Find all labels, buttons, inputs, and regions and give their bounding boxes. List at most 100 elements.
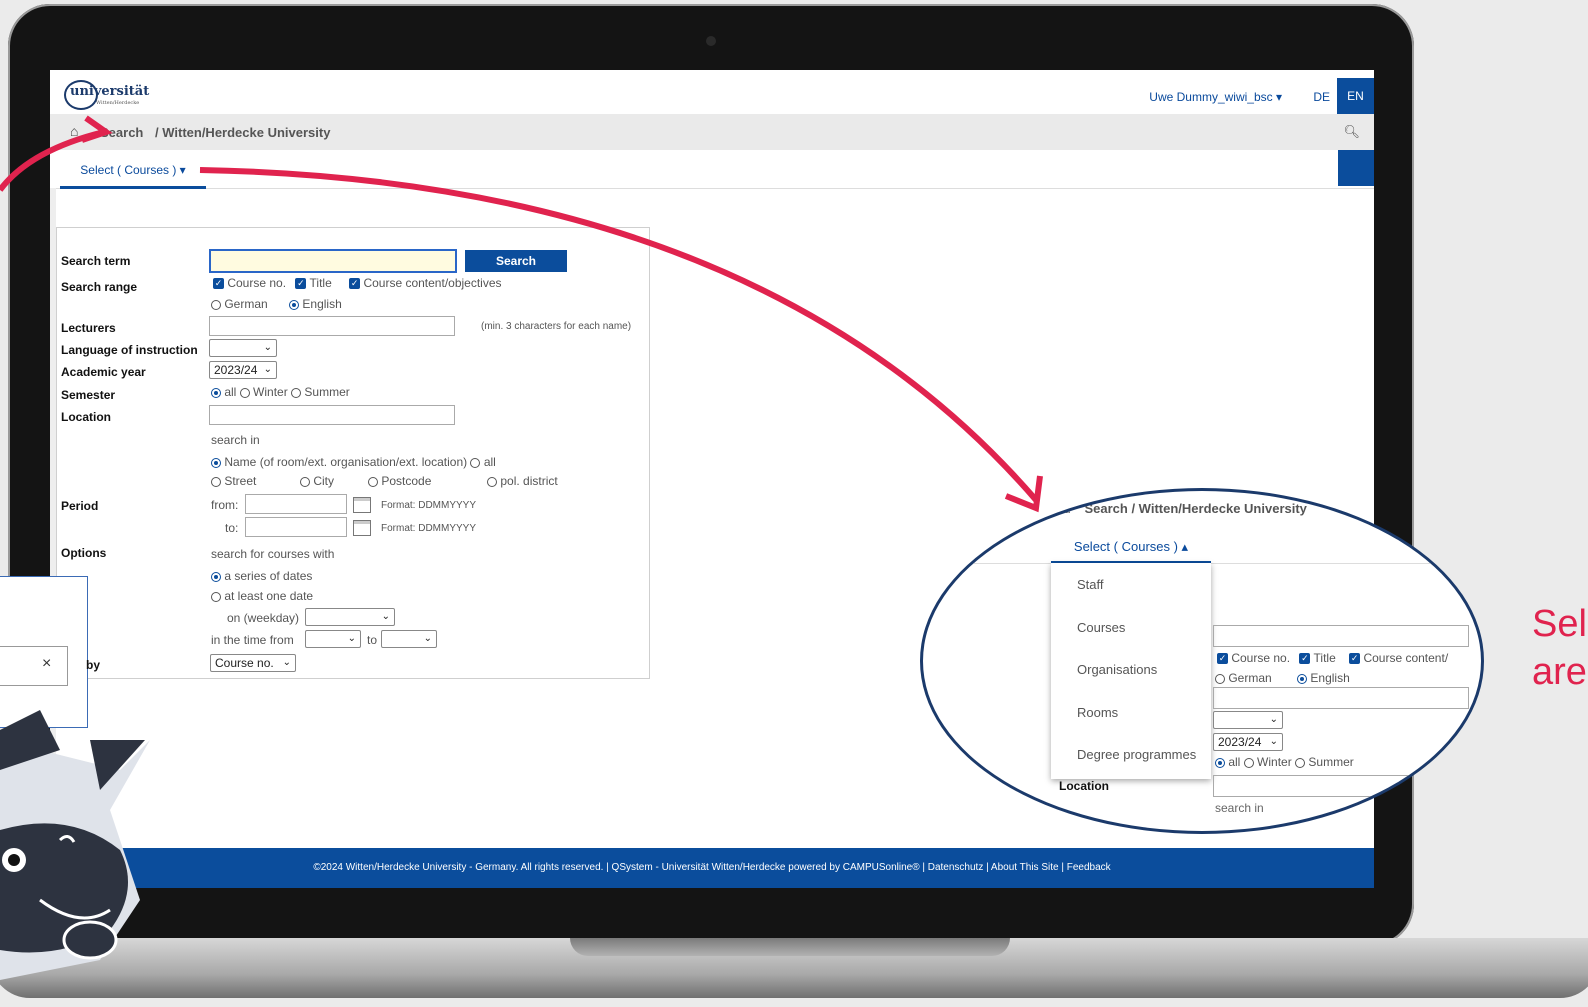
zoom-lecturers-input[interactable]: [1213, 687, 1469, 709]
time-to-label: to: [367, 633, 378, 647]
loc-street-radio[interactable]: [211, 476, 221, 487]
chevron-down-icon: ⌄: [381, 611, 390, 622]
to-date-input[interactable]: [245, 517, 347, 537]
loc-all-label: all: [483, 455, 496, 469]
zoom-english-radio[interactable]: [1297, 673, 1308, 684]
chevron-down-icon: ⌄: [423, 633, 432, 644]
semester-all-radio[interactable]: [211, 387, 221, 398]
home-icon[interactable]: ⌂: [1063, 501, 1071, 516]
chevron-down-icon: ⌄: [347, 633, 356, 644]
to-label: to:: [225, 521, 239, 535]
time-to-select[interactable]: ⌄: [381, 630, 437, 648]
weekday-select[interactable]: ⌄: [305, 608, 395, 626]
zoom-german-radio[interactable]: [1215, 673, 1225, 684]
zoom-select-tab[interactable]: Select ( Courses ) ▴: [1051, 527, 1211, 564]
german-radio[interactable]: [211, 299, 221, 310]
zoom-location-input[interactable]: [1213, 775, 1469, 797]
zoom-breadcrumb: Search / Witten/Herdecke University: [1084, 501, 1307, 516]
search-range-label: Search range: [61, 280, 138, 294]
options-label: Options: [61, 546, 107, 560]
courses-dropdown-menu: Staff Courses Organisations Rooms Degree…: [1051, 563, 1211, 779]
breadcrumb: ⌂ Search / Witten/Herdecke University 🔍︎: [50, 114, 1374, 150]
lang-en-button[interactable]: EN: [1337, 78, 1374, 114]
zoom-search-input[interactable]: [1213, 625, 1469, 647]
time-from-select[interactable]: ⌄: [305, 630, 361, 648]
semester-summer-radio[interactable]: [291, 387, 302, 398]
zoom-location-label: Location: [1059, 779, 1109, 793]
semester-summer-label: Summer: [304, 385, 350, 399]
top-bar: universität Witten/Herdecke Uwe Dummy_wi…: [50, 70, 1374, 114]
menu-item-rooms[interactable]: Rooms: [1077, 705, 1118, 720]
from-date-input[interactable]: [245, 494, 347, 514]
menu-item-staff[interactable]: Staff: [1077, 577, 1104, 592]
zoom-year-select[interactable]: 2023/24 ⌄: [1213, 733, 1283, 751]
english-label: English: [302, 297, 342, 311]
search-button[interactable]: Search: [465, 250, 567, 272]
search-form: Search term Search Search range ✓ Course…: [56, 227, 650, 679]
popup-input[interactable]: [0, 646, 68, 686]
zoom-title-checkbox[interactable]: ✓: [1299, 653, 1311, 665]
chevron-down-icon: ⌄: [263, 342, 272, 353]
calendar-icon[interactable]: [353, 519, 371, 537]
loc-name-label: Name (of room/ext. organisation/ext. loc…: [224, 455, 468, 469]
side-caption-line1: Sel: [1532, 603, 1587, 645]
academic-year-label: Academic year: [61, 365, 146, 379]
semester-winter-radio[interactable]: [239, 387, 250, 398]
english-radio[interactable]: [289, 299, 300, 310]
semester-winter-label: Winter: [253, 385, 288, 399]
course-no-checkbox[interactable]: ✓: [213, 278, 224, 290]
loc-all-radio[interactable]: [470, 457, 481, 468]
side-caption: Sel are: [1532, 600, 1587, 696]
user-menu[interactable]: Uwe Dummy_wiwi_bsc ▾: [1149, 90, 1282, 104]
zoom-course-no-checkbox[interactable]: ✓: [1217, 653, 1228, 665]
zoom-lens: ⌂ Search / Witten/Herdecke University Se…: [920, 488, 1484, 834]
select-courses-tab[interactable]: Select ( Courses ) ▾: [60, 150, 206, 189]
raccoon-mascot-icon: [0, 710, 150, 980]
zoom-sem-winter-radio[interactable]: [1243, 757, 1254, 768]
one-date-radio[interactable]: [211, 591, 221, 602]
academic-year-select[interactable]: 2023/24 ⌄: [209, 361, 277, 379]
loc-district-radio[interactable]: [487, 476, 497, 487]
sort-by-label: by: [86, 658, 101, 672]
time-from-label: in the time from: [211, 633, 294, 647]
chevron-down-icon: ⌄: [282, 657, 291, 668]
sort-select[interactable]: Course no. ⌄: [210, 654, 296, 672]
to-format: Format: DDMMYYYY: [381, 523, 477, 534]
content-checkbox[interactable]: ✓: [349, 278, 361, 290]
chevron-down-icon: ⌄: [263, 364, 272, 375]
lecturers-hint: (min. 3 characters for each name): [481, 321, 632, 332]
semester-all-label: all: [224, 385, 237, 399]
loc-postcode-radio[interactable]: [368, 476, 378, 487]
menu-item-organisations[interactable]: Organisations: [1077, 662, 1157, 677]
zoom-sem-summer-radio[interactable]: [1295, 757, 1306, 768]
zoom-sem-all-radio[interactable]: [1215, 757, 1225, 768]
chevron-down-icon: ⌄: [1269, 714, 1278, 725]
loc-street-label: Street: [224, 474, 257, 488]
loc-district-label: pol. district: [500, 474, 558, 488]
menu-item-degree-programmes[interactable]: Degree programmes: [1077, 747, 1196, 762]
search-term-input[interactable]: [209, 249, 457, 273]
home-icon[interactable]: ⌂: [70, 123, 78, 139]
title-checkbox[interactable]: ✓: [295, 278, 307, 290]
camera: [706, 36, 716, 46]
laptop-notch: [570, 938, 1010, 956]
loc-city-radio[interactable]: [300, 476, 310, 487]
university-logo[interactable]: universität Witten/Herdecke: [64, 78, 174, 110]
menu-item-courses[interactable]: Courses: [1077, 620, 1125, 635]
breadcrumb-university: / Witten/Herdecke University: [155, 125, 331, 140]
location-input[interactable]: [209, 405, 455, 425]
close-icon[interactable]: ×: [42, 655, 51, 673]
loc-name-radio[interactable]: [211, 457, 221, 468]
breadcrumb-search[interactable]: Search: [100, 125, 143, 140]
series-dates-radio[interactable]: [211, 571, 221, 582]
calendar-icon[interactable]: [353, 496, 371, 514]
language-select[interactable]: ⌄: [209, 339, 277, 357]
zoom-language-select[interactable]: ⌄: [1213, 711, 1283, 729]
lecturers-input[interactable]: [209, 316, 455, 336]
tab-bar-right-block: [1338, 150, 1374, 186]
lang-de-button[interactable]: DE: [1313, 90, 1330, 104]
content-label: Course content/objectives: [363, 276, 502, 290]
lecturers-label: Lecturers: [61, 321, 116, 335]
search-icon[interactable]: 🔍︎: [1343, 124, 1360, 140]
zoom-content-checkbox[interactable]: ✓: [1349, 653, 1361, 665]
